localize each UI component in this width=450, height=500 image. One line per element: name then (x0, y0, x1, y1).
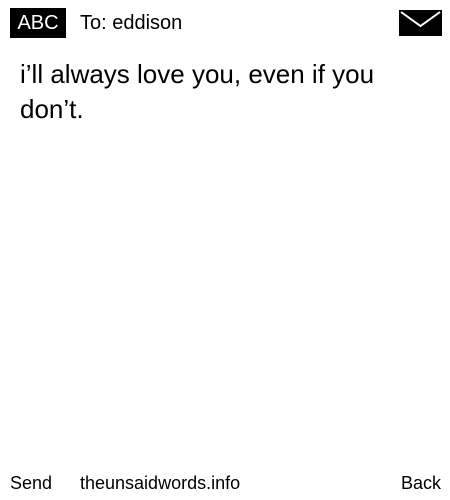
envelope-icon[interactable] (399, 10, 442, 36)
message-text[interactable]: i’ll always love you, even if you don’t. (20, 57, 420, 127)
input-mode-badge[interactable]: ABC (10, 8, 66, 38)
softkey-bar: Send theunsaidwords.info Back (0, 466, 450, 500)
message-header: ABC To: eddison (0, 0, 450, 48)
recipient-field[interactable]: To: eddison (80, 8, 182, 38)
send-button[interactable]: Send (10, 472, 52, 494)
back-button[interactable]: Back (401, 472, 441, 494)
site-link[interactable]: theunsaidwords.info (80, 472, 240, 494)
